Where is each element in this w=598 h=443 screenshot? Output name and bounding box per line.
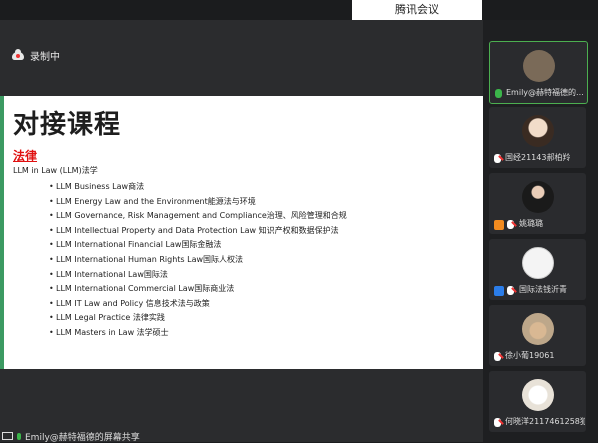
participant-tile[interactable]: 国际法钱沂青	[489, 239, 586, 300]
presentation-slide: 对接课程 法律 LLM in Law (LLM)法学 • LLM Business…	[0, 96, 483, 369]
participant-tile[interactable]: Emily@赫特福德的...	[489, 41, 588, 104]
participant-name: 何晓洋2117461258犯...	[505, 417, 585, 426]
slide-intro: LLM in Law (LLM)法学	[13, 166, 98, 175]
participant-name: 徐小葡19061	[505, 351, 555, 360]
mic-on-icon	[495, 89, 502, 98]
recording-label: 录制中	[30, 52, 60, 63]
mic-muted-icon	[507, 220, 514, 229]
mic-muted-icon	[494, 352, 501, 361]
screen-share-label: Emily@赫特福德的屏幕共享	[0, 430, 140, 443]
host-role-icon	[494, 220, 504, 230]
course-item: • LLM Masters in Law 法学硕士	[49, 327, 169, 337]
participant-name: 国经21143郝柏羚	[505, 153, 571, 162]
course-item: • LLM International Human Rights Law国际人权法	[49, 254, 244, 264]
slide-subtitle: 法律	[13, 149, 38, 163]
cloud-record-icon	[12, 48, 24, 60]
mic-muted-icon	[494, 154, 501, 163]
screen-share-text: Emily@赫特福德的屏幕共享	[25, 432, 140, 443]
slide-accent-bar	[0, 96, 4, 369]
mic-muted-icon	[507, 286, 514, 295]
title-bar: 腾讯会议	[0, 0, 598, 20]
slide-title: 对接课程	[13, 110, 122, 140]
course-item: • LLM IT Law and Policy 信息技术法与政策	[49, 298, 210, 308]
avatar	[522, 379, 554, 411]
mic-icon	[17, 432, 21, 440]
participant-name: 国际法钱沂青	[519, 285, 567, 294]
avatar	[522, 115, 554, 147]
course-item: • LLM International Law国际法	[49, 269, 168, 279]
course-item: • LLM Energy Law and the Environment能源法与环…	[49, 196, 256, 206]
course-item: • LLM International Commercial Law国际商业法	[49, 284, 235, 294]
participant-name: Emily@赫特福德的...	[506, 88, 584, 97]
screen-share-icon	[2, 432, 13, 440]
participant-tile[interactable]: 国经21143郝柏羚	[489, 107, 586, 168]
course-item: • LLM Legal Practice 法律实践	[49, 313, 165, 323]
course-item: • LLM Business Law商法	[49, 182, 145, 191]
course-item: • LLM International Financial Law国际金融法	[49, 240, 222, 250]
recording-indicator[interactable]: 录制中	[12, 48, 60, 63]
cohost-role-icon	[494, 286, 504, 296]
avatar	[522, 313, 554, 345]
participant-tile[interactable]: 何晓洋2117461258犯...	[489, 371, 586, 432]
course-item: • LLM Intellectual Property and Data Prot…	[49, 225, 339, 235]
app-title: 腾讯会议	[395, 3, 439, 16]
avatar	[522, 181, 554, 213]
avatar	[523, 50, 555, 82]
participant-name: 姚璐璐	[519, 219, 543, 228]
mic-muted-icon	[494, 418, 501, 427]
course-item: • LLM Governance, Risk Management and Com…	[49, 211, 347, 221]
participant-tile[interactable]: 姚璐璐	[489, 173, 586, 234]
course-list: • LLM Business Law商法 • LLM Energy Law and …	[49, 180, 347, 341]
avatar	[522, 247, 554, 279]
participant-gallery: Emily@赫特福德的... 国经21143郝柏羚 姚璐璐 国际法钱沂青 徐小葡…	[483, 20, 598, 442]
participant-tile[interactable]: 徐小葡19061	[489, 305, 586, 366]
